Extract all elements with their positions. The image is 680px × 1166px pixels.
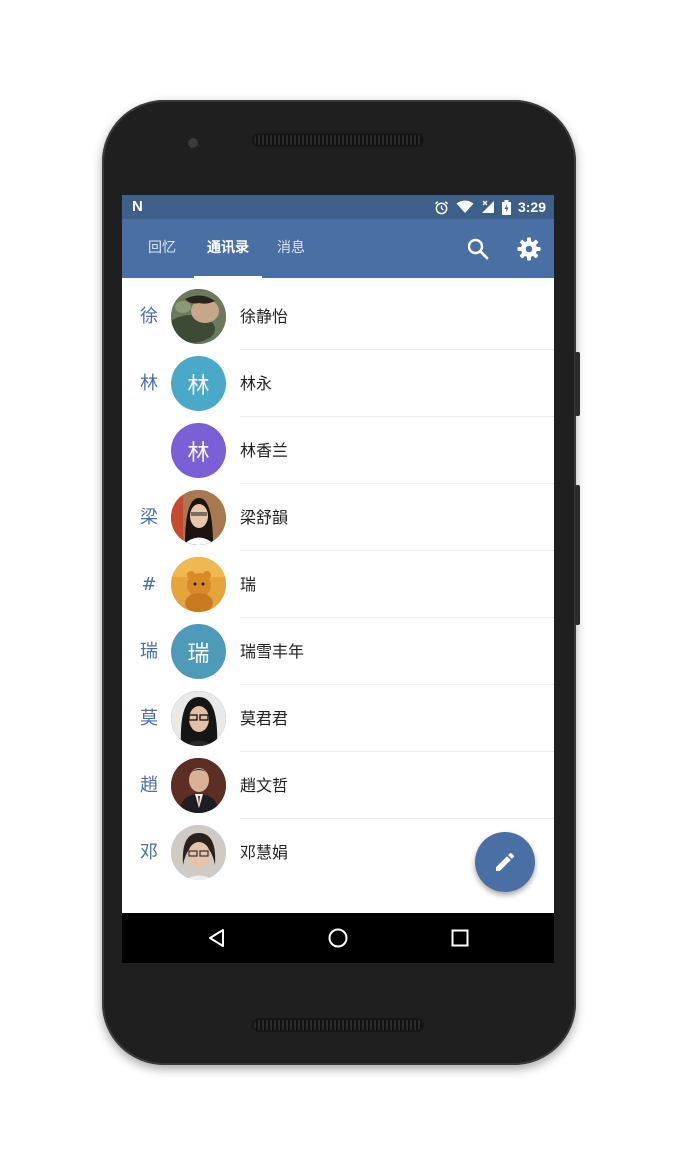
notification-n-icon: N (132, 198, 143, 215)
contact-row[interactable]: # 瑞 (122, 551, 554, 618)
contact-row[interactable]: 莫 莫君君 (122, 685, 554, 752)
index-letter: 林 (140, 373, 158, 394)
avatar (171, 557, 226, 612)
contact-row[interactable]: 徐 徐静怡 (122, 283, 554, 350)
contact-name: 林永 (240, 374, 273, 393)
contact-name: 瑞雪丰年 (240, 642, 305, 661)
avatar (171, 691, 226, 746)
avatar (171, 490, 226, 545)
contact-name: 梁舒韻 (240, 508, 289, 527)
contact-name: 瑞 (240, 575, 257, 594)
contact-row[interactable]: 梁 梁舒韻 (122, 484, 554, 551)
avatar-photo (171, 557, 226, 612)
alarm-icon (434, 200, 449, 214)
power-button (575, 352, 580, 416)
navigation-bar (122, 913, 554, 963)
battery-icon (501, 199, 511, 215)
status-bar: N 3:29 (122, 195, 554, 219)
avatar-photo (171, 758, 226, 813)
index-letter: 徐 (140, 306, 158, 327)
tab-memories[interactable]: 回忆 (136, 219, 188, 278)
contact-row[interactable]: 趙 趙文哲 (122, 752, 554, 819)
index-letter: # (141, 574, 157, 595)
tab-contacts[interactable]: 通讯录 (194, 219, 262, 278)
contact-name: 徐静怡 (240, 307, 289, 326)
app-bar: 回忆 通讯录 消息 (122, 219, 554, 278)
screen: N 3:29 回忆 通讯录 消息 徐 徐静怡 林 林 林永 林 林香兰 梁 梁舒… (122, 195, 554, 963)
avatar: 林 (171, 356, 226, 411)
gear-icon[interactable] (515, 235, 543, 263)
contact-name: 趙文哲 (240, 776, 289, 795)
index-letter: 梁 (140, 507, 158, 528)
contact-row[interactable]: 林 林香兰 (122, 417, 554, 484)
home-icon[interactable] (323, 923, 353, 953)
avatar (171, 825, 226, 880)
volume-button (575, 485, 580, 625)
recents-icon[interactable] (445, 923, 475, 953)
avatar-photo (171, 490, 226, 545)
contact-row[interactable]: 林 林 林永 (122, 350, 554, 417)
contact-name: 莫君君 (240, 709, 289, 728)
search-icon[interactable] (464, 235, 492, 263)
index-letter: 瑞 (140, 641, 158, 662)
avatar-photo (171, 289, 226, 344)
index-letter (136, 417, 162, 484)
status-icons: 3:29 (434, 197, 546, 217)
avatar (171, 289, 226, 344)
pencil-icon (496, 852, 515, 871)
index-letter: 趙 (140, 775, 158, 796)
contact-name: 邓慧娟 (240, 843, 289, 862)
bottom-speaker (252, 1018, 424, 1032)
wifi-icon (456, 200, 474, 213)
avatar: 瑞 (171, 624, 226, 679)
compose-fab-button[interactable] (475, 832, 535, 892)
avatar-photo (171, 825, 226, 880)
front-camera (188, 138, 198, 148)
back-icon[interactable] (202, 923, 232, 953)
tab-messages[interactable]: 消息 (268, 219, 314, 278)
status-time: 3:29 (517, 199, 546, 215)
index-letter: 莫 (140, 708, 158, 729)
contact-name: 林香兰 (240, 441, 289, 460)
contact-row[interactable]: 瑞 瑞 瑞雪丰年 (122, 618, 554, 685)
signal-icon (481, 200, 494, 213)
tab-indicator (194, 276, 262, 278)
avatar (171, 758, 226, 813)
avatar: 林 (171, 423, 226, 478)
index-letter: 邓 (140, 842, 158, 863)
avatar-photo (171, 691, 226, 746)
top-speaker (252, 133, 424, 147)
